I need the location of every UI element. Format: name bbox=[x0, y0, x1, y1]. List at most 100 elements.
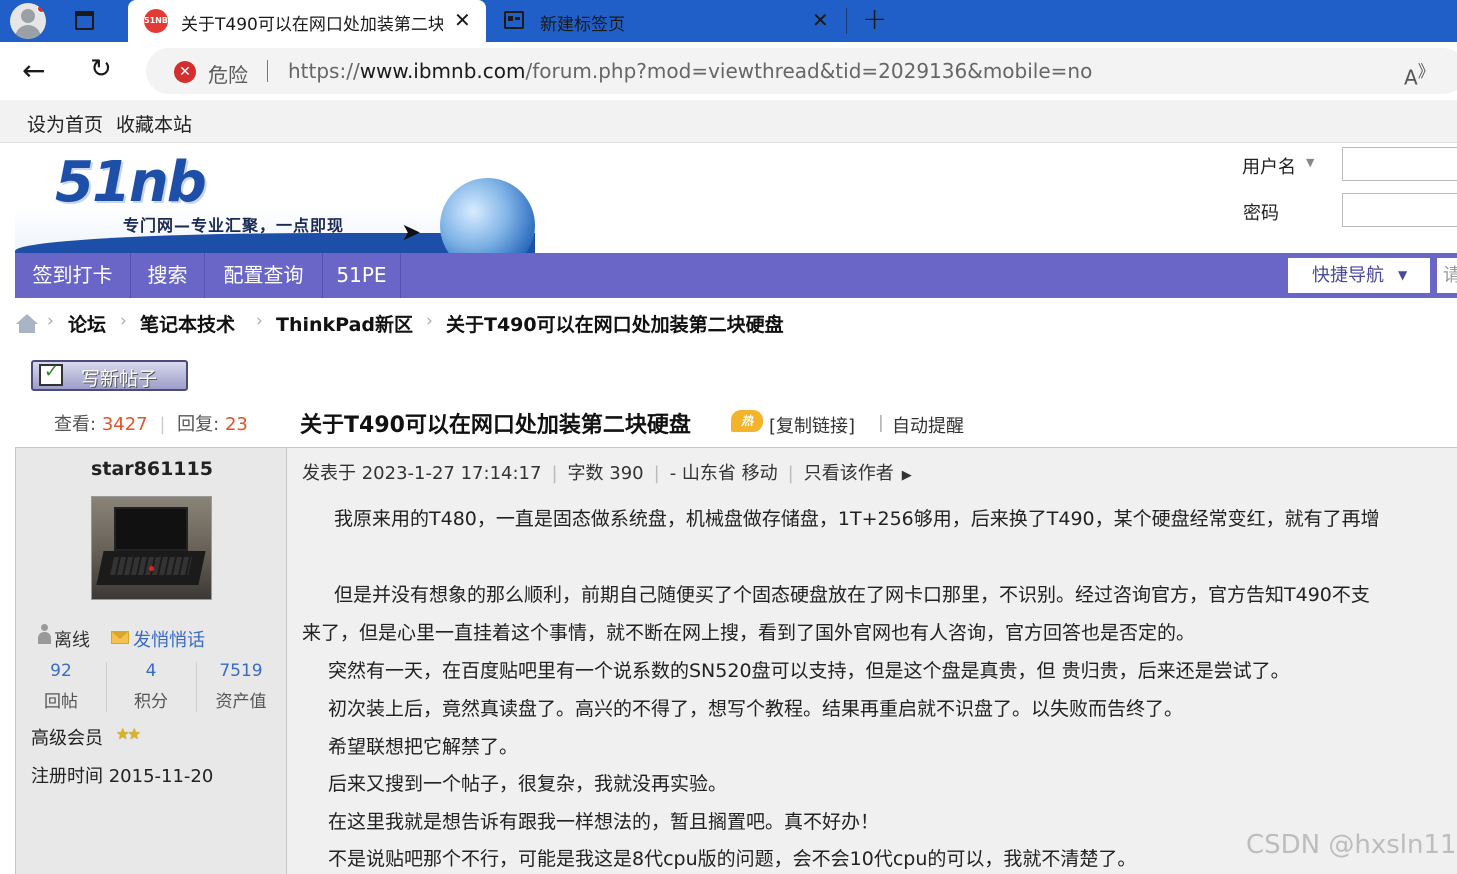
post-paragraph: 后来又搜到一个帖子，很复杂，我就没再实验。 bbox=[328, 773, 728, 795]
only-author-link[interactable]: 只看该作者 bbox=[804, 463, 894, 484]
security-label[interactable]: 危险 bbox=[208, 59, 248, 88]
send-pm-link[interactable]: 发悄悄话 bbox=[133, 626, 205, 652]
browser-tab-strip: 51NB 关于T490可以在网口处加装第二块硬盘 ✕ 新建标签页 ✕ + bbox=[0, 0, 1457, 42]
new-post-label: 写新帖子 bbox=[81, 368, 158, 390]
site-logo[interactable]: 51nb 专门网—专业汇聚，一点即现 ➤ bbox=[15, 148, 535, 253]
danger-x-icon[interactable]: ✕ bbox=[174, 61, 196, 83]
avatar[interactable] bbox=[91, 496, 212, 600]
set-home-link[interactable]: 设为首页 bbox=[27, 110, 103, 137]
tab-title: 关于T490可以在网口处加装第二块硬盘 bbox=[181, 15, 443, 35]
browser-toolbar: ← ↻ ✕ 危险 https://www.ibmnb.com/forum.php… bbox=[0, 42, 1457, 100]
globe-icon bbox=[440, 178, 535, 253]
auto-remind-link[interactable]: 自动提醒 bbox=[892, 412, 964, 438]
site-search-input[interactable]: 请 bbox=[1437, 258, 1457, 293]
profile-avatar-icon[interactable] bbox=[10, 3, 46, 39]
replies-label: 回复: bbox=[177, 414, 220, 435]
chevron-down-icon[interactable]: ▼ bbox=[1306, 156, 1314, 169]
hot-thread-icon: 热 bbox=[731, 410, 763, 432]
post-location: - 山东省 移动 bbox=[669, 463, 778, 484]
url-text[interactable]: https://www.ibmnb.com/forum.php?mod=view… bbox=[288, 59, 1092, 83]
quick-nav-dropdown[interactable]: 快捷导航 ▼ bbox=[1288, 258, 1430, 293]
copy-link[interactable]: [复制链接] bbox=[769, 412, 855, 438]
new-post-icon bbox=[39, 361, 63, 386]
post-meta: 发表于 2023-1-27 17:14:17 | 字数 390 | - 山东省 移动 | 只… bbox=[302, 459, 912, 485]
breadcrumb-separator-icon: › bbox=[47, 311, 54, 331]
thread-title: 关于T490可以在网口处加装第二块硬盘 bbox=[300, 413, 691, 438]
breadcrumb-forum[interactable]: 论坛 bbox=[68, 310, 106, 337]
csdn-watermark: CSDN @hxsln11 bbox=[1246, 830, 1457, 860]
password-label: 密码 bbox=[1243, 203, 1279, 224]
web-page: 设为首页 收藏本站 51nb 专门网—专业汇聚，一点即现 ➤ 用户名 ▼ 密码 … bbox=[0, 100, 1457, 874]
site-topbar: 设为首页 收藏本站 bbox=[0, 100, 1457, 143]
tab-new-tab[interactable]: 新建标签页 ✕ bbox=[490, 0, 840, 42]
post-paragraph: 来了，但是心里一直挂着这个事情，就不断在网上搜，看到了国外官网也有人咨询，官方回… bbox=[302, 622, 1196, 644]
breadcrumb-thinkpad[interactable]: ThinkPad新区 bbox=[276, 310, 413, 337]
username-input[interactable] bbox=[1342, 147, 1457, 181]
breadcrumb-separator-icon: › bbox=[120, 311, 127, 331]
stat-label: 积分 bbox=[134, 692, 168, 712]
address-bar[interactable]: ✕ 危险 https://www.ibmnb.com/forum.php?mod… bbox=[146, 48, 1457, 94]
quick-nav-label: 快捷导航 bbox=[1312, 265, 1384, 286]
meta-divider: | bbox=[653, 463, 660, 484]
breadcrumb-thread[interactable]: 关于T490可以在网口处加装第二块硬盘 bbox=[446, 310, 784, 337]
post-paragraph: 希望联想把它解禁了。 bbox=[328, 736, 519, 758]
breadcrumb-separator-icon: › bbox=[256, 311, 263, 331]
username-label[interactable]: 用户名 bbox=[1242, 153, 1296, 179]
tab-actions-icon[interactable] bbox=[72, 8, 98, 34]
omnibox-divider bbox=[267, 60, 268, 82]
post-paragraph: 我原来用的T480，一直是固态做系统盘，机械盘做存储盘，1T+256够用，后来换… bbox=[334, 508, 1380, 530]
nav-item-51pe[interactable]: 51PE bbox=[323, 253, 401, 298]
logo-text: 51nb bbox=[55, 150, 207, 215]
views-count: 3427 bbox=[101, 414, 148, 435]
member-level[interactable]: 高级会员 bbox=[31, 724, 103, 750]
author-stat-replies[interactable]: 92 回帖 bbox=[16, 661, 106, 712]
meta-divider: | bbox=[787, 463, 794, 484]
read-aloud-icon[interactable]: A》 bbox=[1404, 58, 1434, 90]
close-tab-icon[interactable]: ✕ bbox=[454, 8, 471, 32]
new-tab-page-icon bbox=[504, 11, 524, 29]
breadcrumb-notebook-tech[interactable]: 笔记本技术 bbox=[140, 310, 235, 337]
nav-item-search[interactable]: 搜索 bbox=[131, 253, 205, 298]
main-nav: 签到打卡 搜索 配置查询 51PE 快捷导航 ▼ 请 bbox=[15, 253, 1457, 298]
chevron-right-icon: ▶ bbox=[901, 468, 912, 483]
author-stat-points[interactable]: 4 积分 bbox=[106, 661, 196, 712]
new-tab-plus-icon[interactable]: + bbox=[862, 2, 887, 37]
tab-divider bbox=[846, 8, 847, 34]
post-time: 发表于 2023-1-27 17:14:17 bbox=[302, 463, 542, 484]
stat-label: 回帖 bbox=[44, 692, 78, 712]
star-rating-icon: ★★ bbox=[116, 725, 141, 743]
stat-value: 7519 bbox=[219, 661, 263, 681]
home-icon[interactable] bbox=[15, 314, 39, 334]
nav-item-config-query[interactable]: 配置查询 bbox=[205, 253, 323, 298]
tab-thread[interactable]: 51NB 关于T490可以在网口处加装第二块硬盘 ✕ bbox=[128, 0, 486, 42]
stat-label: 资产值 bbox=[215, 692, 267, 712]
author-panel: star861115 离线 发悄悄话 92 回帖 4 积分 7519 资产值 高… bbox=[15, 448, 287, 874]
post-paragraph: 但是并没有想象的那么顺利，前期自己随便买了个固态硬盘放在了网卡口那里，不识别。经… bbox=[334, 584, 1370, 606]
site-favicon-icon: 51NB bbox=[144, 9, 168, 33]
chevron-down-icon: ▼ bbox=[1398, 268, 1408, 282]
title-divider: | bbox=[878, 413, 884, 433]
nav-item-checkin[interactable]: 签到打卡 bbox=[15, 253, 131, 298]
new-post-button[interactable]: 写新帖子 bbox=[31, 360, 188, 391]
mouse-cursor-icon: ➤ bbox=[401, 218, 422, 246]
meta-divider: | bbox=[551, 463, 558, 484]
bookmark-site-link[interactable]: 收藏本站 bbox=[116, 110, 192, 137]
password-input[interactable] bbox=[1342, 193, 1457, 227]
back-arrow-icon[interactable]: ← bbox=[22, 54, 45, 87]
offline-user-icon bbox=[38, 624, 51, 646]
close-tab-icon[interactable]: ✕ bbox=[812, 8, 829, 32]
author-name[interactable]: star861115 bbox=[16, 458, 288, 480]
post-paragraph: 突然有一天，在百度贴吧里有一个说系数的SN520盘可以支持，但是这个盘是真贵，但… bbox=[328, 660, 1290, 682]
tab-title: 新建标签页 bbox=[540, 15, 625, 35]
registration-date: 注册时间 2015-11-20 bbox=[31, 766, 214, 787]
replies-count: 23 bbox=[224, 414, 248, 435]
author-stat-assets[interactable]: 7519 资产值 bbox=[196, 661, 286, 712]
stat-value: 4 bbox=[145, 661, 157, 681]
mail-icon[interactable] bbox=[111, 631, 129, 644]
online-status: 离线 bbox=[54, 630, 90, 651]
stat-value: 92 bbox=[50, 661, 72, 681]
url-path: /forum.php?mod=viewthread&tid=2029136&mo… bbox=[525, 59, 1093, 83]
stats-divider: | bbox=[159, 414, 166, 435]
post-paragraph: 在这里我就是想告诉有跟我一样想法的，暂且搁置吧。真不好办！ bbox=[328, 811, 880, 833]
reload-icon[interactable]: ↻ bbox=[90, 54, 112, 84]
